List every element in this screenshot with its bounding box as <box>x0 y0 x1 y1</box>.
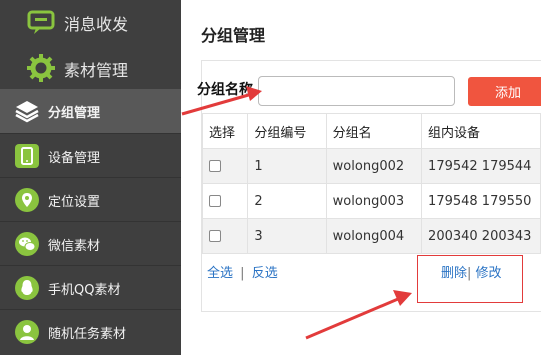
selection-links: 全选 | 反选 <box>207 262 278 281</box>
sidebar-item-label: 设备管理 <box>48 150 101 166</box>
group-name-input[interactable] <box>258 76 455 106</box>
layers-icon <box>14 98 40 124</box>
sidebar-item-label: 定位设置 <box>48 194 101 210</box>
chat-icon <box>26 7 56 37</box>
group-id-cell: 1 <box>247 148 327 184</box>
group-name-cell: wolong003 <box>325 183 423 219</box>
sidebar-item-location[interactable]: 定位设置 <box>0 178 181 222</box>
sidebar-item-random-tasks[interactable]: 随机任务素材 <box>0 310 181 354</box>
wechat-icon <box>14 231 40 257</box>
row-checkbox[interactable] <box>209 160 221 172</box>
table-row[interactable]: 3 wolong004 200340 200343 <box>201 218 541 254</box>
group-name-label: 分组名称 <box>197 82 253 98</box>
page-title: 分组管理 <box>201 26 266 45</box>
row-checkbox-cell <box>201 148 249 184</box>
sidebar-item-qq[interactable]: 手机QQ素材 <box>0 266 181 310</box>
sidebar-item-label: 手机QQ素材 <box>48 282 121 298</box>
sidebar-item-label: 微信素材 <box>48 238 101 254</box>
annotation-highlight-box <box>417 255 523 303</box>
separator: | <box>240 266 245 281</box>
sidebar-item-messages[interactable]: 消息收发 <box>0 0 181 45</box>
gear-icon <box>26 53 56 83</box>
group-name-cell: wolong002 <box>325 148 423 184</box>
group-id-cell: 3 <box>247 218 327 254</box>
qq-icon <box>14 275 40 301</box>
main-content: 分组管理 分组名称 添加 选择 分组编号 分组名 组内设备 1 wolong00… <box>181 0 541 355</box>
row-checkbox-cell <box>201 183 249 219</box>
sidebar-item-materials[interactable]: 素材管理 <box>0 46 181 91</box>
task-icon <box>14 319 40 345</box>
row-checkbox[interactable] <box>209 230 221 242</box>
group-devices-cell: 200340 200343 <box>421 218 541 254</box>
column-header: 组内设备 <box>421 113 541 149</box>
groups-table: 选择 分组编号 分组名 组内设备 1 wolong002 179542 1795… <box>201 113 541 254</box>
group-devices-cell: 179542 179544 <box>421 148 541 184</box>
sidebar-item-groups[interactable]: 分组管理 <box>0 89 181 133</box>
sidebar-item-wechat[interactable]: 微信素材 <box>0 222 181 266</box>
phone-icon <box>14 143 40 169</box>
column-header: 分组名 <box>325 113 423 149</box>
sidebar-item-label: 分组管理 <box>48 105 101 121</box>
select-all-link[interactable]: 全选 <box>207 266 233 281</box>
sidebar: 消息收发 素材管理 分组管理 设备管理 定位设置 微信素材 手机QQ素材 随机任… <box>0 0 181 355</box>
location-icon <box>14 187 40 213</box>
table-row[interactable]: 1 wolong002 179542 179544 <box>201 148 541 184</box>
group-name-cell: wolong004 <box>325 218 423 254</box>
invert-selection-link[interactable]: 反选 <box>252 266 278 281</box>
group-id-cell: 2 <box>247 183 327 219</box>
table-row[interactable]: 2 wolong003 179548 179550 <box>201 183 541 219</box>
row-checkbox-cell <box>201 218 249 254</box>
sidebar-item-label: 消息收发 <box>64 14 129 34</box>
row-checkbox[interactable] <box>209 195 221 207</box>
sidebar-item-label: 素材管理 <box>64 60 129 80</box>
column-header: 选择 <box>201 113 249 149</box>
table-header-row: 选择 分组编号 分组名 组内设备 <box>201 113 541 149</box>
group-devices-cell: 179548 179550 <box>421 183 541 219</box>
sidebar-item-label: 随机任务素材 <box>48 326 127 342</box>
add-button[interactable]: 添加 <box>468 77 541 106</box>
column-header: 分组编号 <box>247 113 327 149</box>
sidebar-item-devices[interactable]: 设备管理 <box>0 134 181 178</box>
